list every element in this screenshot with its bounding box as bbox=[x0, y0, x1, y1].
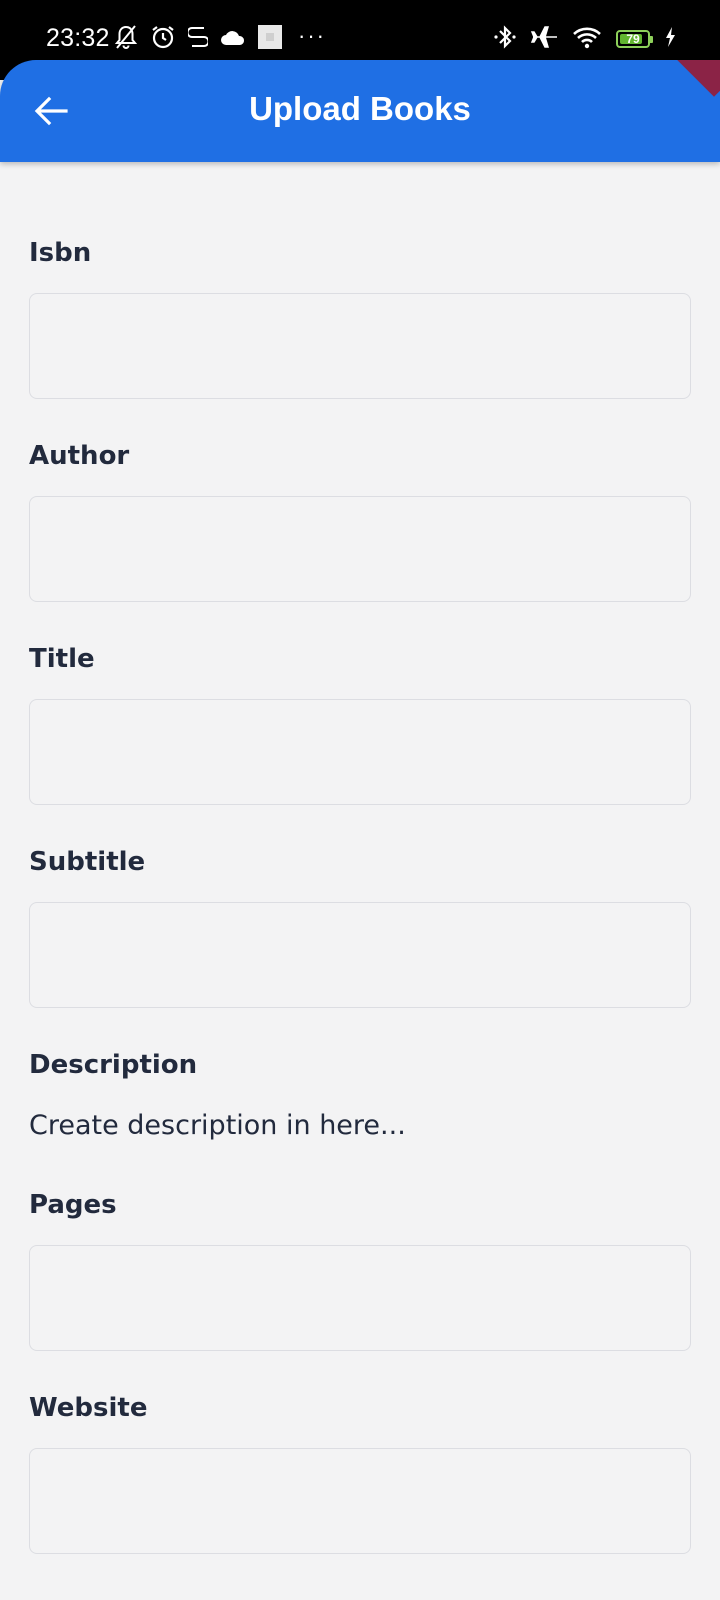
image-icon bbox=[258, 25, 282, 53]
airplane-icon bbox=[530, 24, 558, 54]
status-time: 23:32 bbox=[46, 24, 110, 52]
title-label: Title bbox=[29, 644, 95, 674]
pages-label: Pages bbox=[29, 1190, 117, 1220]
bell-off-icon bbox=[114, 24, 138, 54]
isbn-field[interactable] bbox=[29, 293, 691, 399]
author-label: Author bbox=[29, 441, 130, 471]
sim-icon bbox=[186, 25, 210, 53]
battery-level: 79 bbox=[626, 32, 640, 46]
battery-icon: 79 bbox=[616, 30, 653, 48]
cloud-icon bbox=[220, 28, 246, 50]
wifi-icon bbox=[572, 25, 602, 53]
page-title: Upload Books bbox=[249, 90, 471, 127]
pages-field[interactable] bbox=[29, 1245, 691, 1351]
alarm-icon bbox=[150, 24, 176, 54]
bluetooth-icon bbox=[494, 24, 516, 54]
description-field[interactable]: Create description in here... bbox=[29, 1110, 406, 1141]
overflow-indicator: ··· bbox=[298, 23, 326, 48]
website-label: Website bbox=[29, 1393, 148, 1423]
website-field[interactable] bbox=[29, 1448, 691, 1554]
title-field[interactable] bbox=[29, 699, 691, 805]
app-bar: Upload Books bbox=[0, 60, 720, 162]
subtitle-field[interactable] bbox=[29, 902, 691, 1008]
subtitle-label: Subtitle bbox=[29, 847, 146, 877]
isbn-label: Isbn bbox=[29, 238, 92, 268]
description-label: Description bbox=[29, 1050, 198, 1080]
author-field[interactable] bbox=[29, 496, 691, 602]
charging-icon bbox=[664, 26, 676, 52]
